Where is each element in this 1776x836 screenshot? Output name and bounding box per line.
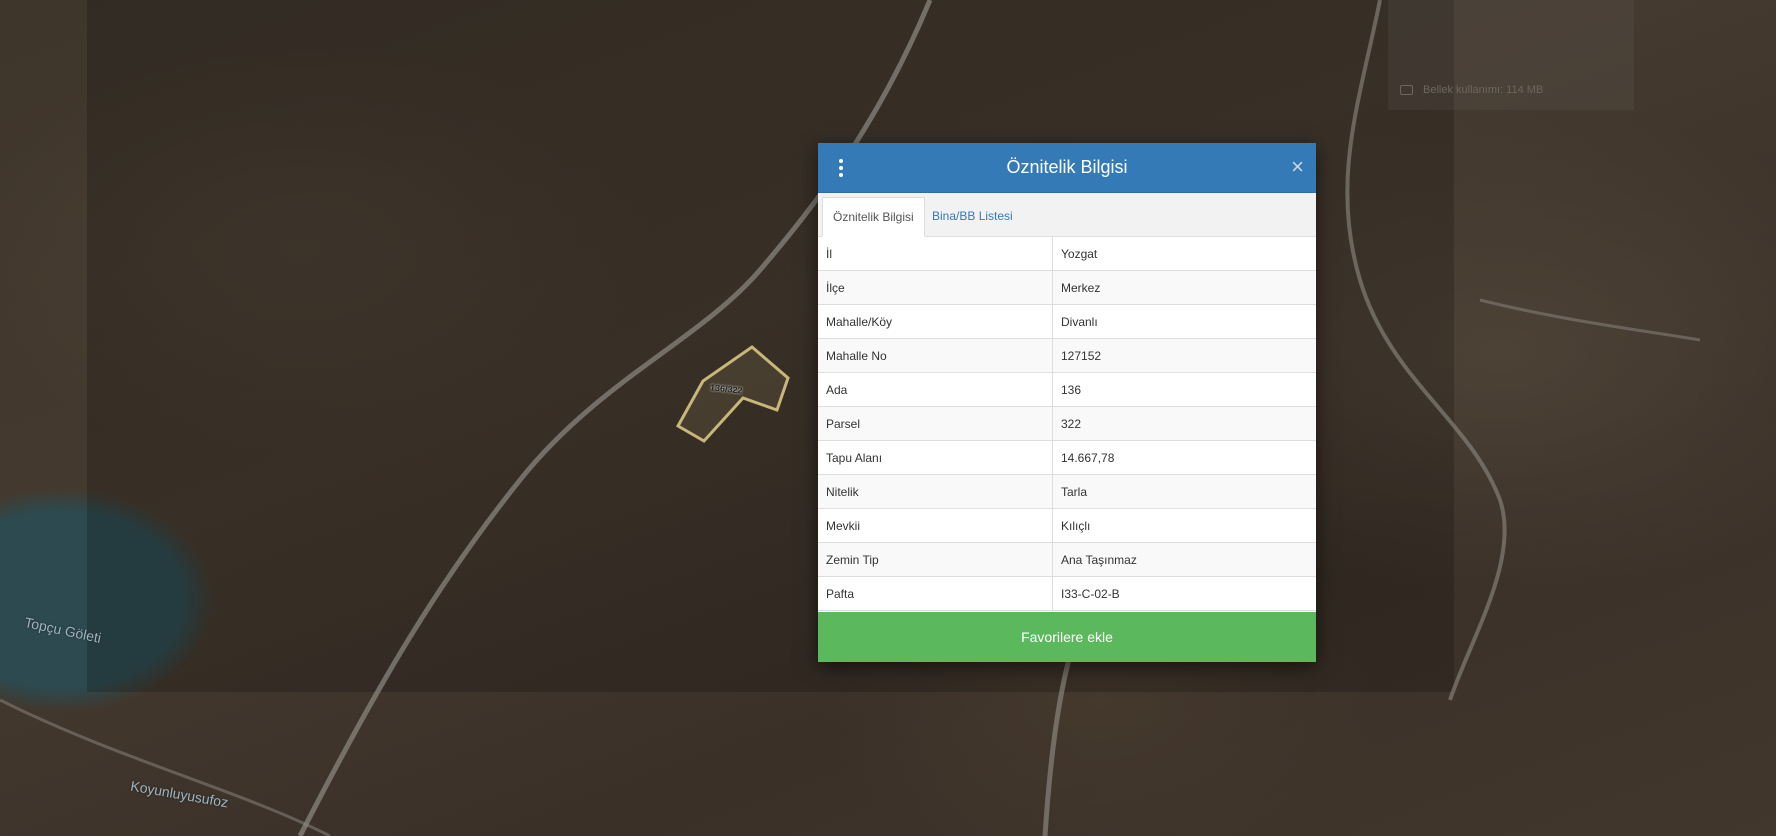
table-row: İlçe Merkez xyxy=(818,270,1316,305)
table-row: Tapu Alanı 14.667,78 xyxy=(818,440,1316,475)
tab-building-list[interactable]: Bina/BB Listesi xyxy=(922,197,1023,235)
attribute-key: Nitelik xyxy=(818,474,1053,509)
table-row: Ada 136 xyxy=(818,372,1316,407)
table-row: İl Yozgat xyxy=(818,237,1316,271)
road-west xyxy=(0,698,331,836)
attribute-key: Zemin Tip xyxy=(818,542,1053,577)
attribute-value: Yozgat xyxy=(1052,237,1316,271)
tab-attribute-info[interactable]: Öznitelik Bilgisi xyxy=(822,197,925,237)
attribute-value: Kılıçlı xyxy=(1052,508,1316,543)
attribute-key: Tapu Alanı xyxy=(818,440,1053,475)
attribute-value: Tarla xyxy=(1052,474,1316,509)
attribute-key: Mevkii xyxy=(818,508,1053,543)
close-icon[interactable]: × xyxy=(1291,154,1304,180)
attribute-key: Mahalle No xyxy=(818,338,1053,373)
table-row: Mevkii Kılıçlı xyxy=(818,508,1316,543)
table-row: Parsel 322 xyxy=(818,406,1316,441)
table-row: Mahalle/Köy Divanlı xyxy=(818,304,1316,339)
road-ridge xyxy=(1479,298,1701,342)
attribute-info-modal: Öznitelik Bilgisi × Öznitelik Bilgisi Bi… xyxy=(818,143,1316,662)
modal-header: Öznitelik Bilgisi × xyxy=(818,143,1316,193)
attribute-value: 127152 xyxy=(1052,338,1316,373)
attribute-key: İl xyxy=(818,237,1053,271)
table-row: Zemin Tip Ana Taşınmaz xyxy=(818,542,1316,577)
attribute-value: Divanlı xyxy=(1052,304,1316,339)
modal-tabs: Öznitelik Bilgisi Bina/BB Listesi xyxy=(818,193,1316,237)
attribute-key: İlçe xyxy=(818,270,1053,305)
add-to-favorites-button[interactable]: Favorilere ekle xyxy=(818,612,1316,662)
table-row: Nitelik Tarla xyxy=(818,474,1316,509)
attribute-key: Pafta xyxy=(818,576,1053,611)
table-row: Mahalle No 127152 xyxy=(818,338,1316,373)
attribute-table: İl Yozgat İlçe Merkez Mahalle/Köy Divanlı M… xyxy=(818,237,1316,611)
attribute-value: 136 xyxy=(1052,372,1316,407)
attribute-value: Ana Taşınmaz xyxy=(1052,542,1316,577)
attribute-key: Parsel xyxy=(818,406,1053,441)
memory-icon xyxy=(1400,85,1413,96)
modal-title: Öznitelik Bilgisi xyxy=(1006,157,1128,177)
attribute-value: 322 xyxy=(1052,406,1316,441)
attribute-key: Ada xyxy=(818,372,1053,407)
attribute-value: Merkez xyxy=(1052,270,1316,305)
table-row: Pafta I33-C-02-B xyxy=(818,576,1316,611)
attribute-value: I33-C-02-B xyxy=(1052,576,1316,611)
attribute-key: Mahalle/Köy xyxy=(818,304,1053,339)
memory-usage-label: Bellek kullanımı: 114 MB xyxy=(1423,84,1544,96)
memory-usage: Bellek kullanımı: 114 MB xyxy=(1400,84,1543,96)
attribute-value: 14.667,78 xyxy=(1052,440,1316,475)
